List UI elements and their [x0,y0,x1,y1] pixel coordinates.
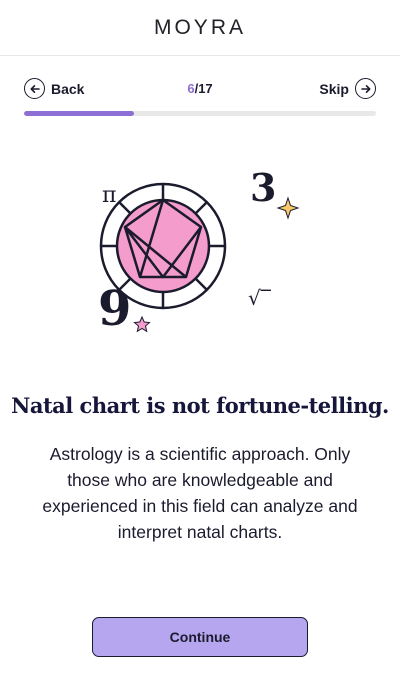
continue-button[interactable]: Continue [92,617,308,657]
app-header: MOYRA [0,0,400,56]
step-current: 6 [187,81,195,96]
app-logo: MOYRA [153,16,246,39]
sparkle-star-icon [276,196,300,220]
pink-star-icon [133,315,151,333]
number-three: 3 [250,165,276,210]
progress-bar [24,111,376,116]
progress-fill [24,111,135,116]
page-title: Natal chart is not fortune-telling. [11,393,389,418]
number-nine: 9 [98,281,131,337]
pi-symbol: π [102,183,116,208]
step-total: /17 [194,81,213,96]
arrow-right-icon [355,78,376,99]
root-symbol: √‾ [248,286,272,310]
step-navigation: Back 6/17 Skip [24,78,376,102]
natal-chart-illustration: π 3 9 √‾ [98,165,300,337]
page-description: Astrology is a scientific approach. Only… [42,444,358,542]
skip-label: Skip [319,80,349,97]
skip-button[interactable]: Skip [319,78,376,99]
